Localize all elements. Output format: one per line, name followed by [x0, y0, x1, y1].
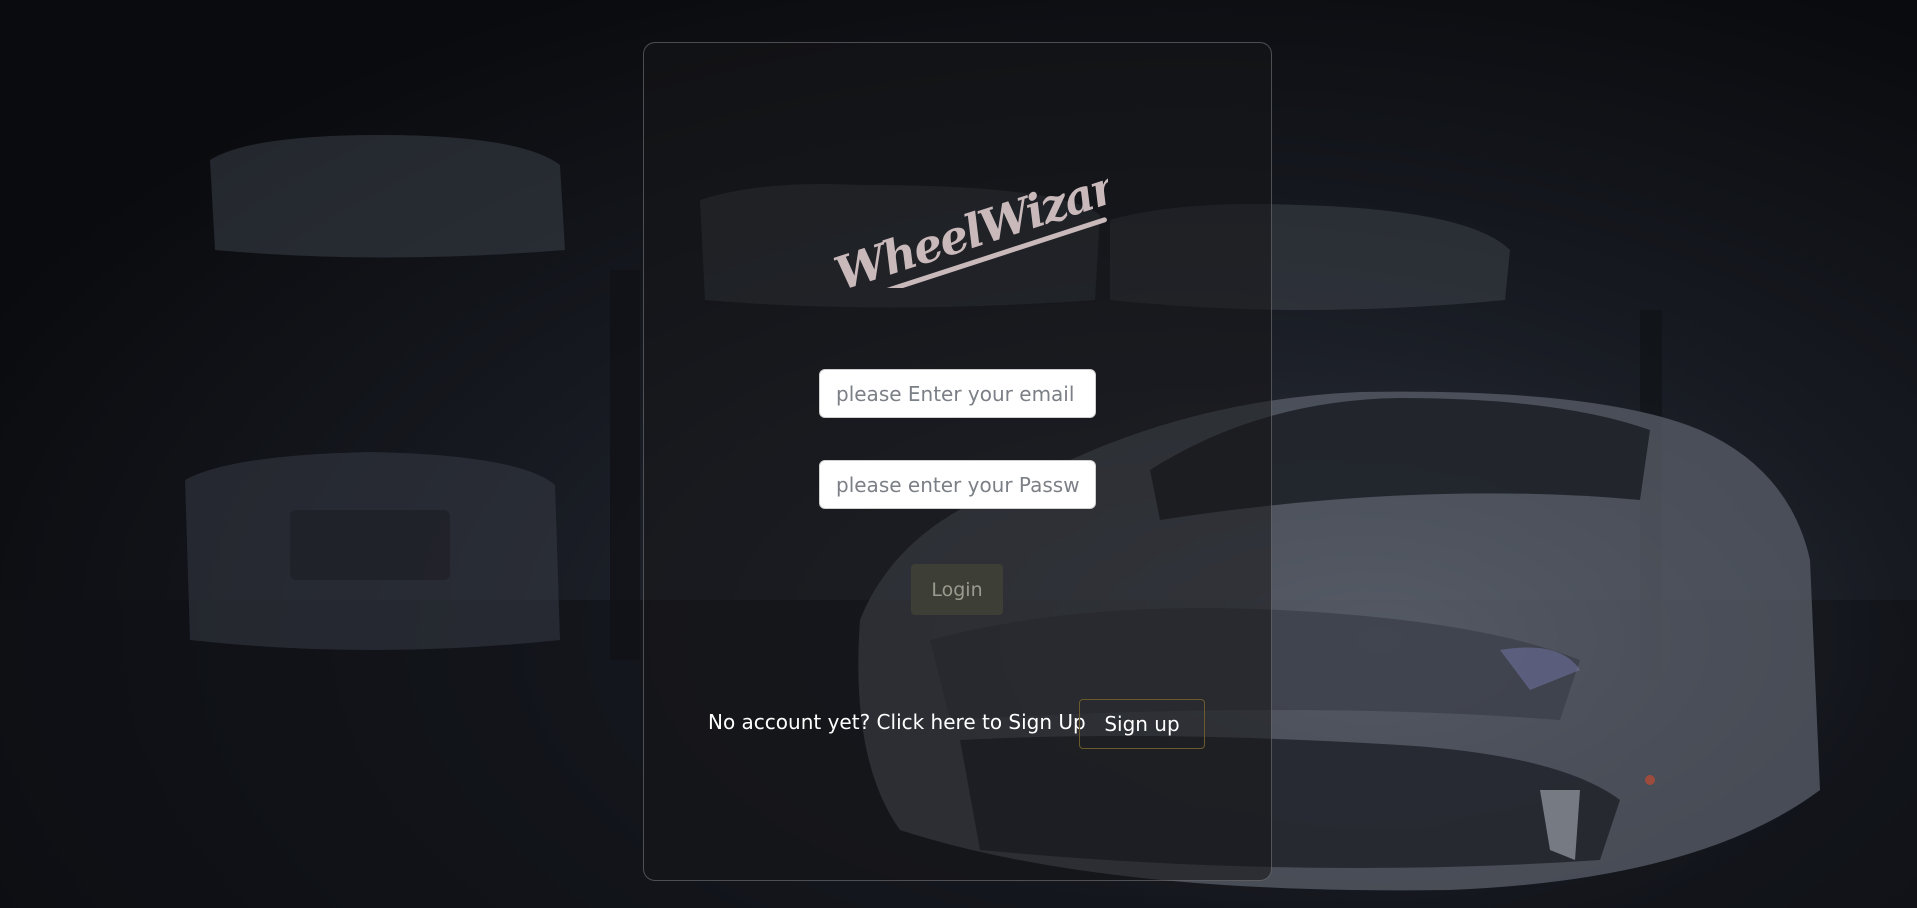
svg-text:WheelWizard: WheelWizard	[828, 168, 1108, 288]
wheelwizard-logo: WheelWizard	[828, 168, 1108, 288]
signup-button[interactable]: Sign up	[1079, 699, 1205, 749]
email-input[interactable]	[819, 369, 1096, 418]
password-input[interactable]	[819, 460, 1096, 509]
login-button[interactable]: Login	[911, 564, 1003, 615]
signup-prompt: No account yet? Click here to Sign Up	[708, 710, 1086, 734]
